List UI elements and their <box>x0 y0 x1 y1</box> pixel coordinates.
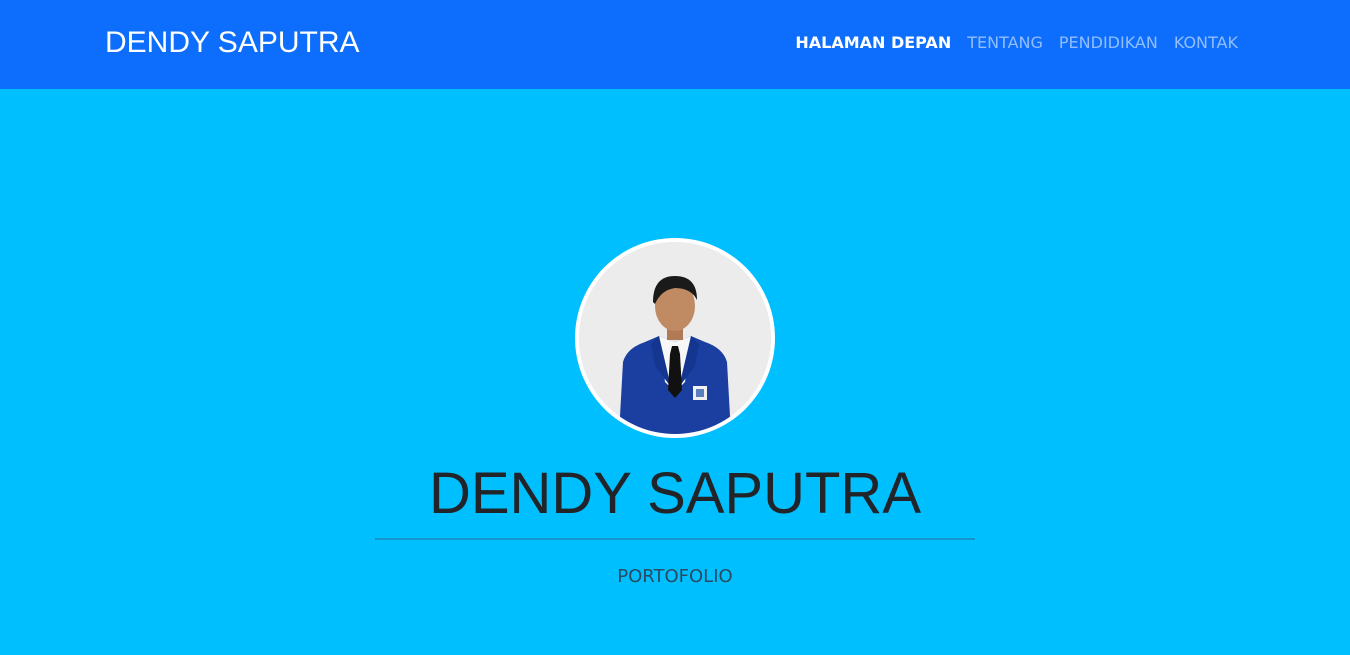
avatar <box>575 238 775 438</box>
profile-photo <box>579 242 771 434</box>
hero-subtitle: PORTOFOLIO <box>617 566 733 587</box>
nav-item-tentang[interactable]: TENTANG <box>967 32 1043 54</box>
navbar: DENDY SAPUTRA HALAMAN DEPAN TENTANG PEND… <box>0 0 1350 89</box>
nav-item-pendidikan[interactable]: PENDIDIKAN <box>1059 32 1158 54</box>
nav-item-kontak[interactable]: KONTAK <box>1174 32 1238 54</box>
brand-link[interactable]: DENDY SAPUTRA <box>105 24 360 62</box>
nav-item-halaman-depan[interactable]: HALAMAN DEPAN <box>795 32 951 54</box>
hero-divider <box>375 538 975 540</box>
profile-photo-illustration <box>579 242 771 434</box>
hero-title: DENDY SAPUTRA <box>428 461 922 526</box>
hero-section: DENDY SAPUTRA PORTOFOLIO <box>0 89 1350 655</box>
nav-menu: HALAMAN DEPAN TENTANG PENDIDIKAN KONTAK <box>795 32 1238 54</box>
